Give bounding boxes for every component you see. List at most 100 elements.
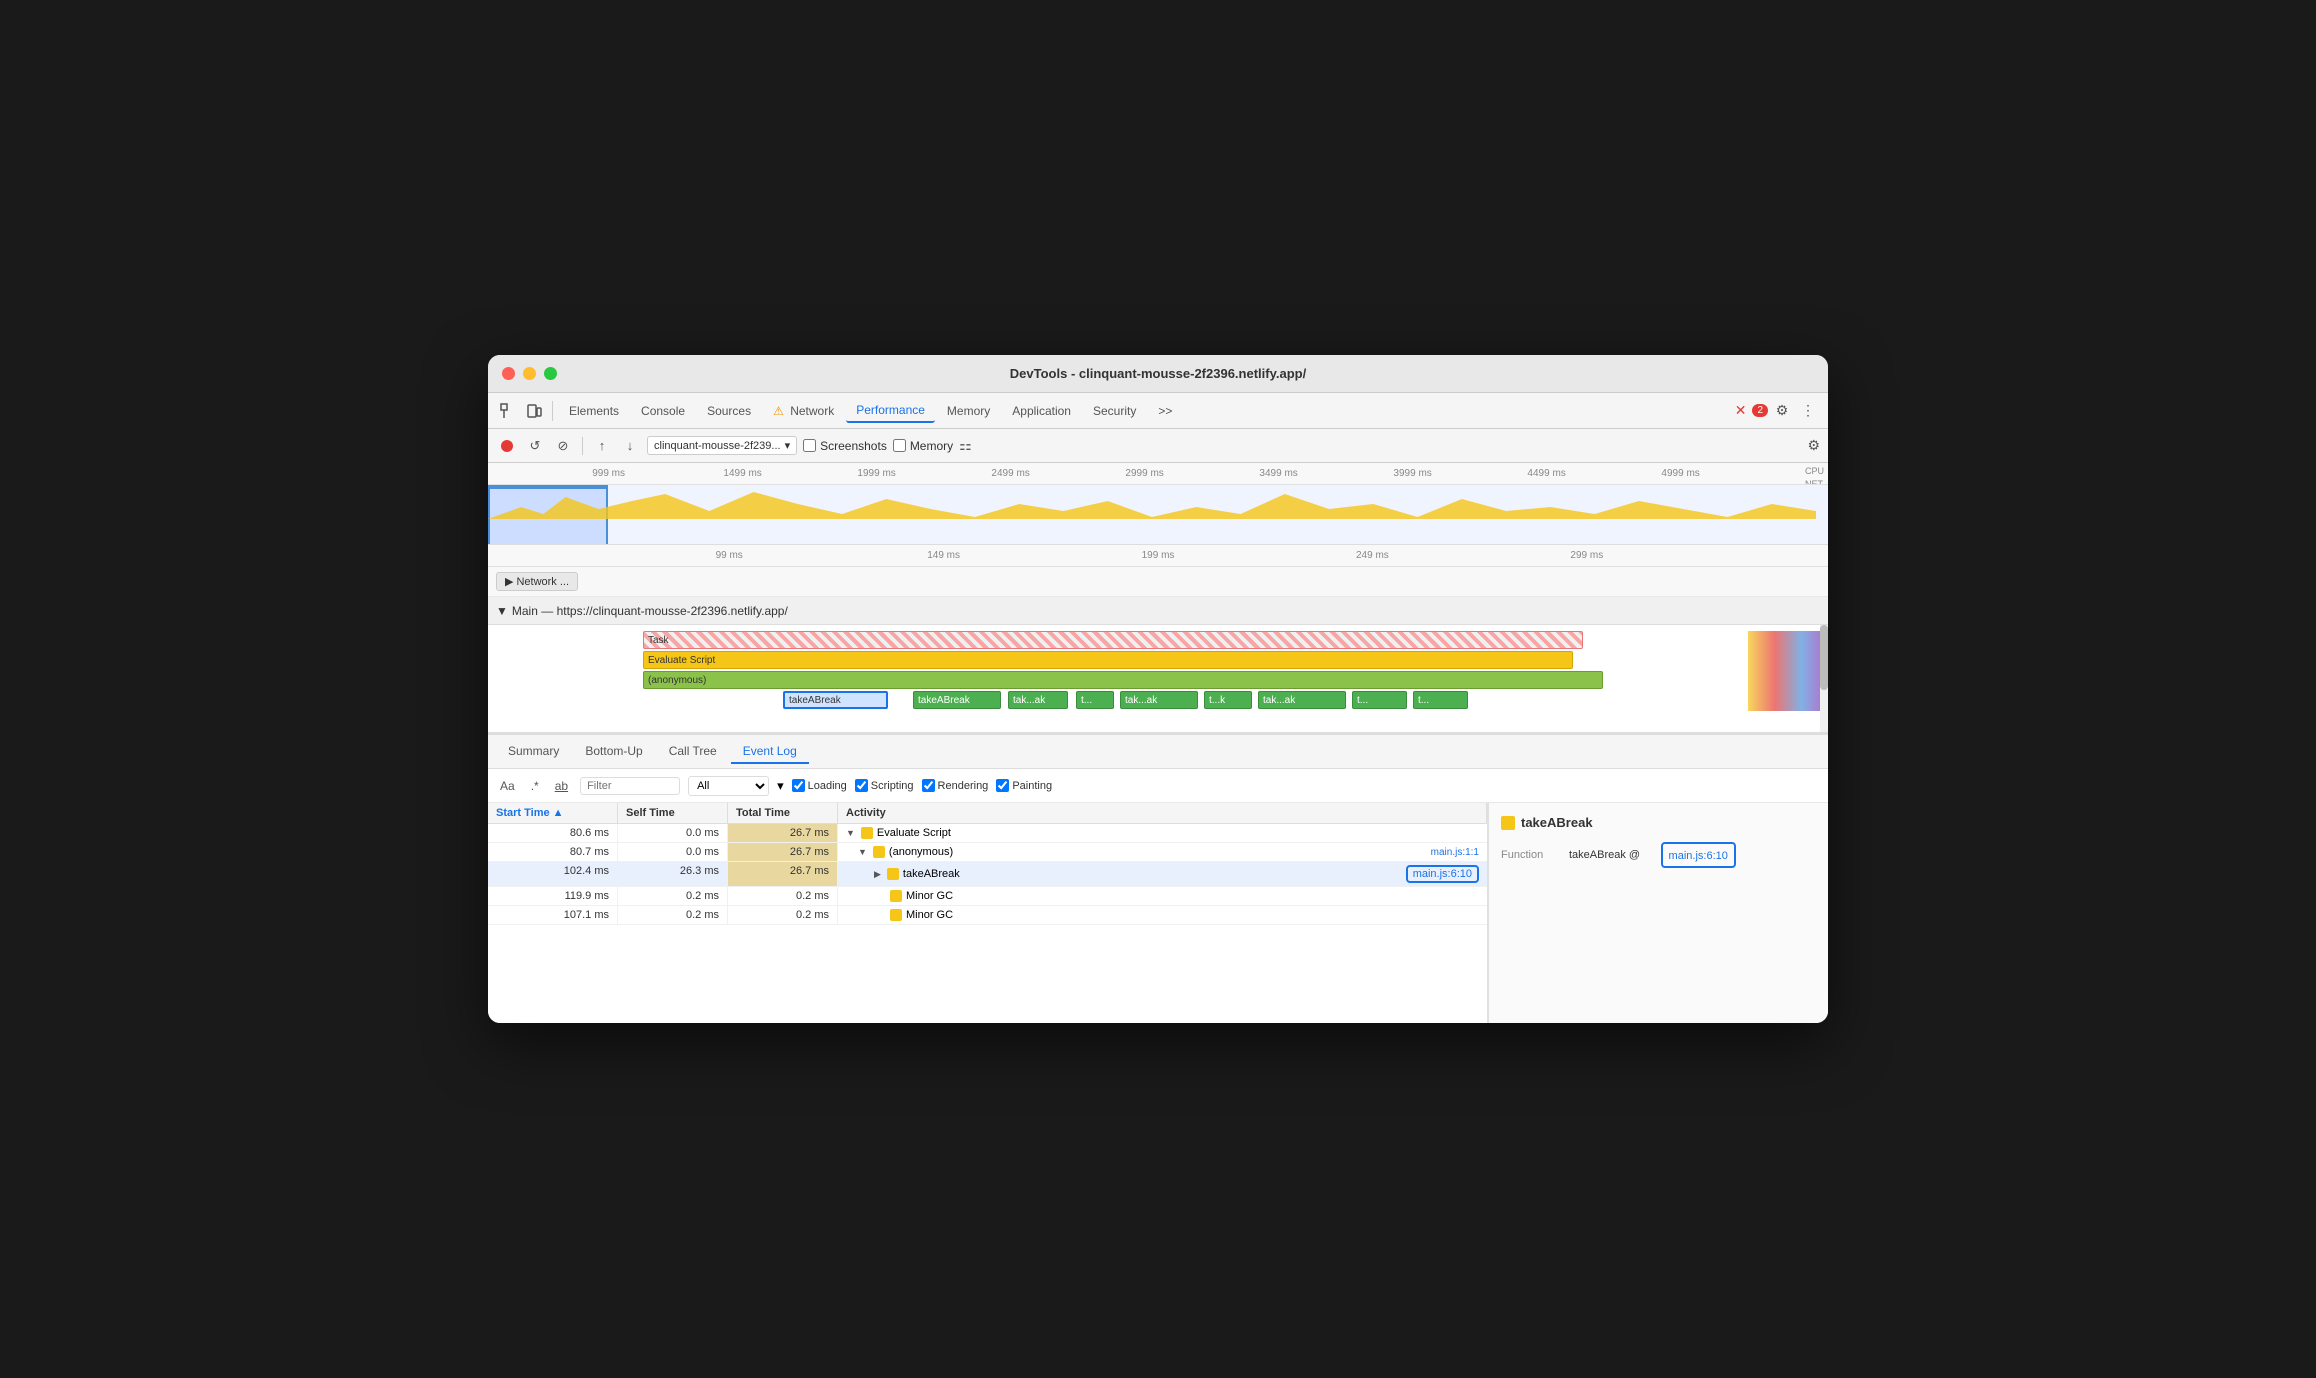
table-row-evaluate[interactable]: 80.6 ms 0.0 ms 26.7 ms ▼ Evaluate Script — [488, 824, 1487, 843]
filter-dropdown-icon[interactable]: ▾ — [777, 778, 784, 794]
flame-chart-scrollbar[interactable] — [1820, 625, 1828, 733]
close-button[interactable] — [502, 367, 515, 380]
tab-performance[interactable]: Performance — [846, 399, 935, 423]
th-start-time[interactable]: Start Time ▲ — [488, 803, 618, 823]
th-total-time[interactable]: Total Time — [728, 803, 838, 823]
memory-checkbox[interactable] — [893, 439, 906, 452]
aa-icon[interactable]: Aa — [496, 777, 519, 795]
screenshots-checkbox[interactable] — [803, 439, 816, 452]
tab-network[interactable]: ⚠ Network — [763, 400, 844, 422]
tab-elements[interactable]: Elements — [559, 400, 629, 422]
regex-icon[interactable]: .* — [527, 777, 543, 795]
flame-bar-t-2[interactable]: t... — [1352, 691, 1407, 709]
ruler-999: 999 ms — [592, 468, 625, 479]
right-function-link[interactable]: main.js:6:10 — [1669, 850, 1728, 862]
settings-icon[interactable]: ⚙ — [1770, 399, 1794, 423]
main-thread-header: ▼ Main — https://clinquant-mousse-2f2396… — [488, 597, 1828, 625]
scripting-checkbox[interactable] — [855, 779, 868, 792]
th-activity[interactable]: Activity — [838, 803, 1487, 823]
maximize-button[interactable] — [544, 367, 557, 380]
flame-bar-takeabreak-1[interactable]: takeABreak — [913, 691, 1001, 709]
tab-console[interactable]: Console — [631, 400, 695, 422]
device-toggle-icon[interactable] — [522, 399, 546, 423]
link-main-1-1[interactable]: main.js:1:1 — [1431, 847, 1479, 858]
filter-category-select[interactable]: All Loading Scripting Rendering Painting — [688, 776, 769, 796]
table-row-takeabreak[interactable]: 102.4 ms 26.3 ms 26.7 ms ▶ takeABreak ma… — [488, 862, 1487, 887]
tab-security[interactable]: Security — [1083, 400, 1146, 422]
tab-event-log[interactable]: Event Log — [731, 740, 809, 764]
flame-bar-evaluate[interactable]: Evaluate Script — [643, 651, 1573, 669]
upload-button[interactable]: ↑ — [591, 435, 613, 457]
clear-button[interactable]: ⊘ — [552, 435, 574, 457]
flame-bar-takeabreak-3[interactable]: tak...ak — [1120, 691, 1198, 709]
cleanup-icon[interactable]: ⚏ — [959, 437, 972, 454]
table-row-minor-gc-2[interactable]: 107.1 ms 0.2 ms 0.2 ms Minor GC — [488, 906, 1487, 925]
more-icon[interactable]: ⋮ — [1796, 399, 1820, 423]
network-row: ▶ Network ... — [488, 567, 1828, 597]
filter-input[interactable] — [580, 777, 680, 795]
tab-overflow[interactable]: >> — [1148, 400, 1182, 422]
devtools-toolbar: Elements Console Sources ⚠ Network Perfo… — [488, 393, 1828, 429]
tab-sources[interactable]: Sources — [697, 400, 761, 422]
rendering-checkbox-label[interactable]: Rendering — [922, 779, 989, 792]
bottom-panel: Summary Bottom-Up Call Tree Event Log Aa… — [488, 733, 1828, 1023]
circled-link-container[interactable]: main.js:6:10 — [1406, 865, 1479, 883]
tab-call-tree[interactable]: Call Tree — [657, 740, 729, 764]
inspect-icon[interactable] — [496, 399, 520, 423]
flame-chart[interactable]: Task Evaluate Script (anonymous) takeABr… — [488, 625, 1828, 733]
activity-evaluate[interactable]: ▼ Evaluate Script — [838, 824, 1487, 842]
tab-application[interactable]: Application — [1002, 400, 1081, 422]
activity-minor-gc-2[interactable]: Minor GC — [838, 906, 1487, 924]
case-icon[interactable]: ab — [551, 777, 572, 795]
memory-checkbox-label[interactable]: Memory — [893, 439, 953, 453]
flame-bar-takeabreak-4[interactable]: tak...ak — [1258, 691, 1346, 709]
flame-bar-t-3[interactable]: t... — [1413, 691, 1468, 709]
th-self-time[interactable]: Self Time — [618, 803, 728, 823]
ruler-1999: 1999 ms — [857, 468, 895, 479]
loading-checkbox[interactable] — [792, 779, 805, 792]
tab-memory[interactable]: Memory — [937, 400, 1000, 422]
flame-bar-anonymous-label: (anonymous) — [648, 675, 706, 686]
ruler-3999: 3999 ms — [1393, 468, 1431, 479]
activity-anonymous[interactable]: ▼ (anonymous) main.js:1:1 — [838, 843, 1487, 861]
activity-icon-anonymous — [873, 846, 885, 858]
loading-checkbox-label[interactable]: Loading — [792, 779, 847, 792]
url-selector[interactable]: clinquant-mousse-2f239... ▾ — [647, 436, 797, 455]
painting-checkbox-label[interactable]: Painting — [996, 779, 1052, 792]
error-badge-container[interactable]: ✕ 2 — [1735, 402, 1768, 419]
activity-minor-gc-1[interactable]: Minor GC — [838, 887, 1487, 905]
rendering-checkbox[interactable] — [922, 779, 935, 792]
flame-bar-takeabreak-selected[interactable]: takeABreak — [783, 691, 888, 709]
timeline-overview[interactable] — [488, 485, 1828, 545]
flame-bar-tk-1[interactable]: t...k — [1204, 691, 1252, 709]
scripting-checkbox-label[interactable]: Scripting — [855, 779, 914, 792]
scrollbar-thumb[interactable] — [1820, 625, 1828, 690]
flame-bar-anonymous[interactable]: (anonymous) — [643, 671, 1603, 689]
network-label-button[interactable]: ▶ Network ... — [496, 572, 578, 591]
flame-bar-t-1[interactable]: t... — [1076, 691, 1114, 709]
record-button[interactable] — [496, 435, 518, 457]
activity-label-anonymous: (anonymous) — [889, 846, 953, 858]
right-panel-icon — [1501, 816, 1515, 830]
minimize-button[interactable] — [523, 367, 536, 380]
tab-bottom-up[interactable]: Bottom-Up — [573, 740, 654, 764]
download-button[interactable]: ↓ — [619, 435, 641, 457]
table-row-minor-gc-1[interactable]: 119.9 ms 0.2 ms 0.2 ms Minor GC — [488, 887, 1487, 906]
tab-summary[interactable]: Summary — [496, 740, 571, 764]
right-link-circled-container[interactable]: main.js:6:10 — [1661, 842, 1736, 868]
painting-checkbox[interactable] — [996, 779, 1009, 792]
main-thread-collapse-icon[interactable]: ▼ — [496, 604, 508, 618]
painting-label: Painting — [1012, 780, 1052, 792]
perf-settings-icon[interactable]: ⚙ — [1807, 437, 1820, 454]
link-main-6-10-table[interactable]: main.js:6:10 — [1413, 868, 1472, 880]
refresh-record-button[interactable]: ↺ — [524, 435, 546, 457]
table-row-anonymous[interactable]: 80.7 ms 0.0 ms 26.7 ms ▼ (anonymous) mai… — [488, 843, 1487, 862]
td-self-26-3: 26.3 ms — [618, 862, 728, 886]
devtools-window: DevTools - clinquant-mousse-2f2396.netli… — [488, 355, 1828, 1023]
flame-bar-task[interactable]: Task — [643, 631, 1583, 649]
data-table-container: Start Time ▲ Self Time Total Time Activi… — [488, 803, 1828, 1023]
screenshots-checkbox-label[interactable]: Screenshots — [803, 439, 887, 453]
td-start-102-4: 102.4 ms — [488, 862, 618, 886]
flame-bar-takeabreak-2[interactable]: tak...ak — [1008, 691, 1068, 709]
activity-takeabreak[interactable]: ▶ takeABreak main.js:6:10 — [838, 862, 1487, 886]
